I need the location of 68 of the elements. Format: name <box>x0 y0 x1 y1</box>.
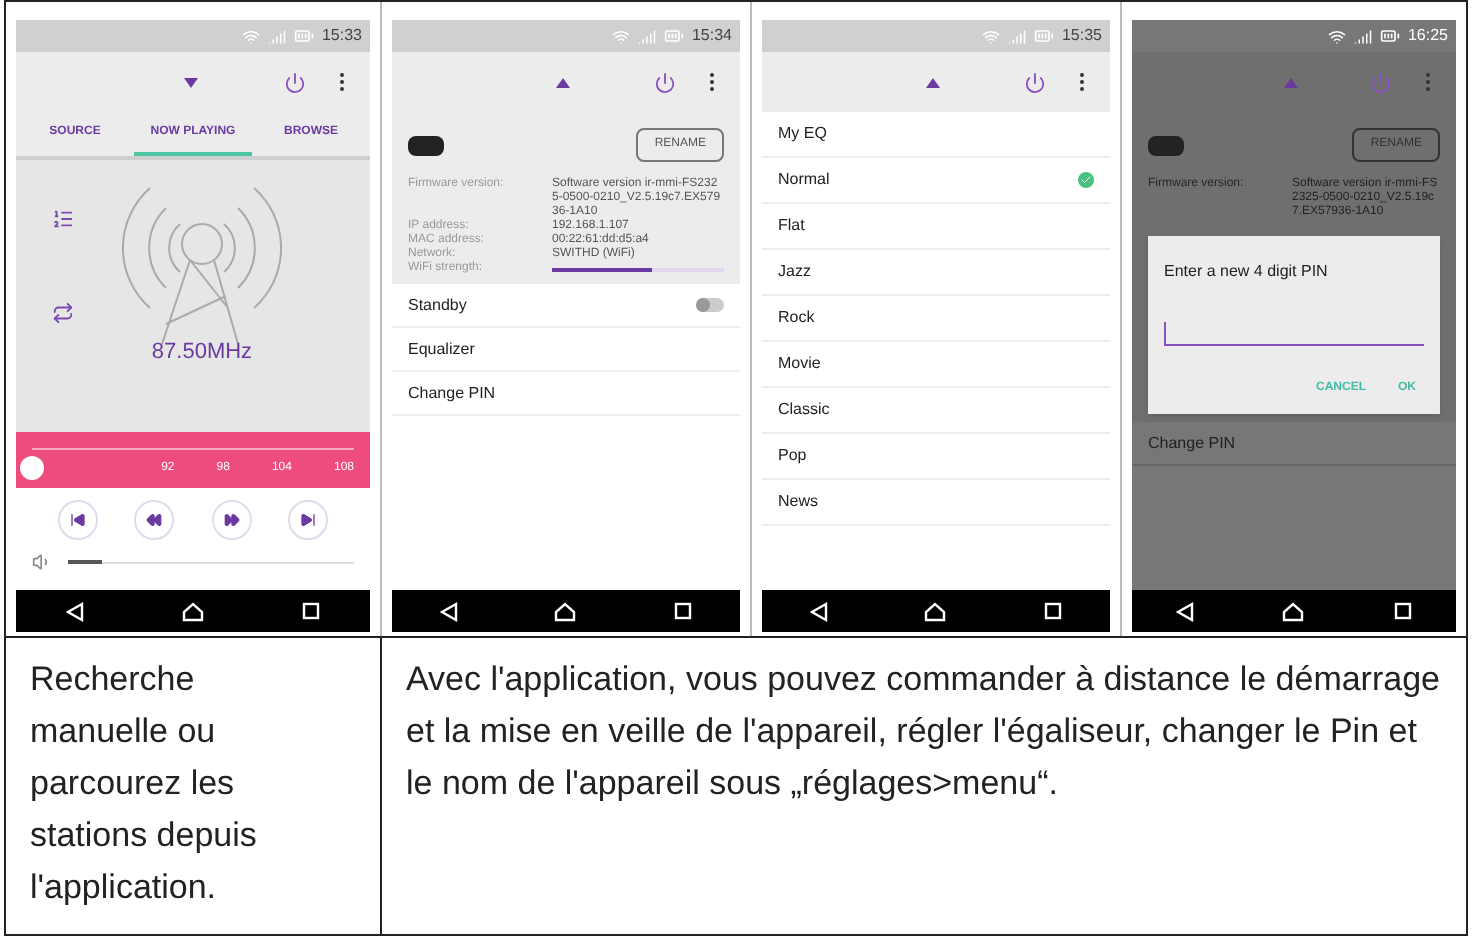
device-image <box>1148 135 1184 155</box>
caret-icon[interactable] <box>926 77 940 87</box>
back-icon[interactable] <box>1176 601 1195 621</box>
recents-icon[interactable] <box>1393 602 1412 620</box>
back-icon[interactable] <box>810 601 829 621</box>
repeat-icon[interactable] <box>52 302 74 324</box>
home-icon[interactable] <box>181 601 204 621</box>
preset-label: Movie <box>778 352 821 376</box>
preset-label: Normal <box>778 168 830 192</box>
signal-icon <box>1353 27 1372 45</box>
back-icon[interactable] <box>440 601 459 621</box>
caret-icon[interactable] <box>556 77 570 87</box>
home-icon[interactable] <box>554 601 577 621</box>
wifi-icon <box>981 27 1000 45</box>
previous-button[interactable] <box>58 500 99 540</box>
tuner-thumb[interactable] <box>20 456 44 480</box>
home-icon[interactable] <box>924 601 947 621</box>
caption-text: Recherche manuelle ou parcourez les stations depuis l'application. <box>30 658 259 910</box>
dialog-title: Enter a new 4 digit PIN <box>1164 260 1330 284</box>
forward-button[interactable] <box>211 500 252 540</box>
recents-icon[interactable] <box>302 602 321 620</box>
menu-label: Standby <box>408 293 467 317</box>
battery-icon <box>1033 26 1054 46</box>
wifi-icon <box>611 27 630 45</box>
preset-label: Pop <box>778 444 807 468</box>
status-time: 15:33 <box>321 24 362 48</box>
caret-icon[interactable] <box>183 77 197 87</box>
preset-label: My EQ <box>778 122 827 146</box>
wifi-icon <box>1327 27 1346 45</box>
pin-input-field[interactable] <box>1164 321 1424 345</box>
battery-icon <box>1379 26 1400 46</box>
preset-label: Rock <box>778 306 815 330</box>
next-button[interactable] <box>287 500 328 540</box>
battery-icon <box>293 26 314 46</box>
menu-label: Change PIN <box>1148 431 1236 455</box>
preset-label: Jazz <box>778 260 811 284</box>
volume-icon <box>32 552 52 572</box>
skip-back-icon <box>70 512 87 528</box>
power-icon[interactable] <box>654 71 676 93</box>
standby-switch[interactable] <box>696 298 724 312</box>
status-time: 15:35 <box>1061 24 1102 48</box>
wifi-icon <box>241 27 260 45</box>
power-icon[interactable] <box>284 71 306 93</box>
preset-label: News <box>778 490 819 514</box>
skip-forward-icon <box>299 512 316 528</box>
rewind-button[interactable] <box>134 500 175 540</box>
status-time: 16:25 <box>1407 24 1448 48</box>
signal-icon <box>637 27 656 45</box>
status-time: 15:34 <box>691 24 732 48</box>
recents-icon[interactable] <box>1043 602 1062 620</box>
rewind-icon <box>146 512 163 528</box>
home-icon[interactable] <box>1282 601 1305 621</box>
power-icon[interactable] <box>1024 71 1046 93</box>
frequency-label: 87.50MHz <box>151 338 253 368</box>
signal-icon <box>267 27 286 45</box>
back-icon[interactable] <box>65 601 84 621</box>
signal-icon <box>1007 27 1026 45</box>
preset-label: Flat <box>778 214 805 238</box>
list-icon[interactable] <box>52 208 74 230</box>
battery-icon <box>663 26 684 46</box>
preset-label: Classic <box>778 398 830 422</box>
device-image <box>408 135 444 155</box>
menu-label: Change PIN <box>408 381 496 405</box>
recents-icon[interactable] <box>673 602 692 620</box>
check-icon <box>1078 172 1094 188</box>
fast-forward-icon <box>223 512 240 528</box>
menu-label: Equalizer <box>408 337 475 361</box>
caption-text: Avec l'application, vous pouvez commander à distance le démarrage et la mise en veille de l'appareil, régler l'égaliseur, changer le Pin et le nom de l'appareil sous „réglages>menu“. <box>406 658 1442 806</box>
